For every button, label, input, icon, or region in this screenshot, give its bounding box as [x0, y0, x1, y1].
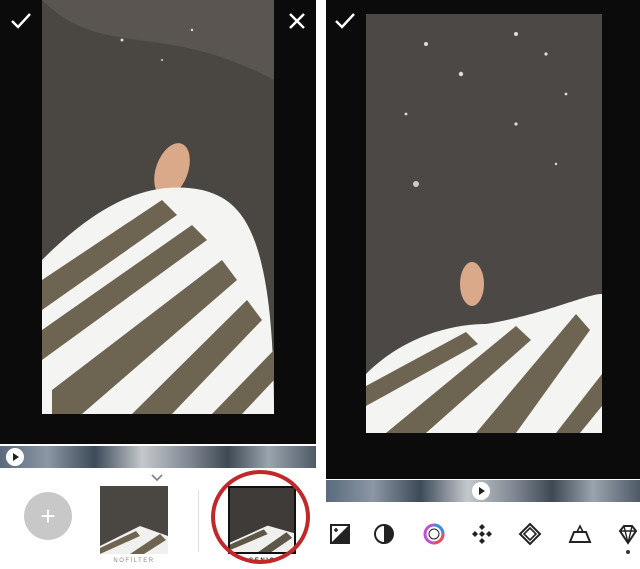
- left-panel: + NOFILTER GENIC: [0, 0, 316, 569]
- sharpen-icon[interactable]: [470, 522, 494, 546]
- video-timeline-strip[interactable]: [326, 480, 640, 502]
- filter-label: NOFILTER: [113, 558, 155, 564]
- play-icon[interactable]: [6, 448, 24, 466]
- more-indicator: [626, 550, 630, 554]
- contrast-icon[interactable]: [372, 522, 396, 546]
- divider: [198, 490, 199, 552]
- right-panel: [326, 0, 640, 569]
- perspective-icon[interactable]: [568, 522, 592, 546]
- edit-toolbar: [326, 522, 640, 552]
- clarity-icon[interactable]: [518, 522, 542, 546]
- exposure-icon[interactable]: [328, 522, 352, 546]
- confirm-icon[interactable]: [8, 8, 34, 34]
- filter-thumbnail-nofilter[interactable]: [100, 486, 168, 554]
- color-wheel-icon[interactable]: [422, 522, 446, 546]
- play-icon[interactable]: [472, 482, 490, 500]
- panel-separator: [316, 0, 326, 569]
- video-timeline-strip[interactable]: [0, 446, 316, 468]
- diamond-icon[interactable]: [616, 522, 640, 546]
- photo-preview: [366, 14, 602, 433]
- highlight-ring: [211, 470, 310, 564]
- photo-viewer: [0, 0, 316, 444]
- add-filter-button[interactable]: +: [24, 492, 72, 540]
- photo-viewer: [326, 0, 640, 479]
- confirm-icon[interactable]: [332, 8, 358, 34]
- close-icon[interactable]: [284, 8, 310, 34]
- chevron-down-icon[interactable]: [150, 470, 164, 482]
- photo-preview: [42, 0, 274, 414]
